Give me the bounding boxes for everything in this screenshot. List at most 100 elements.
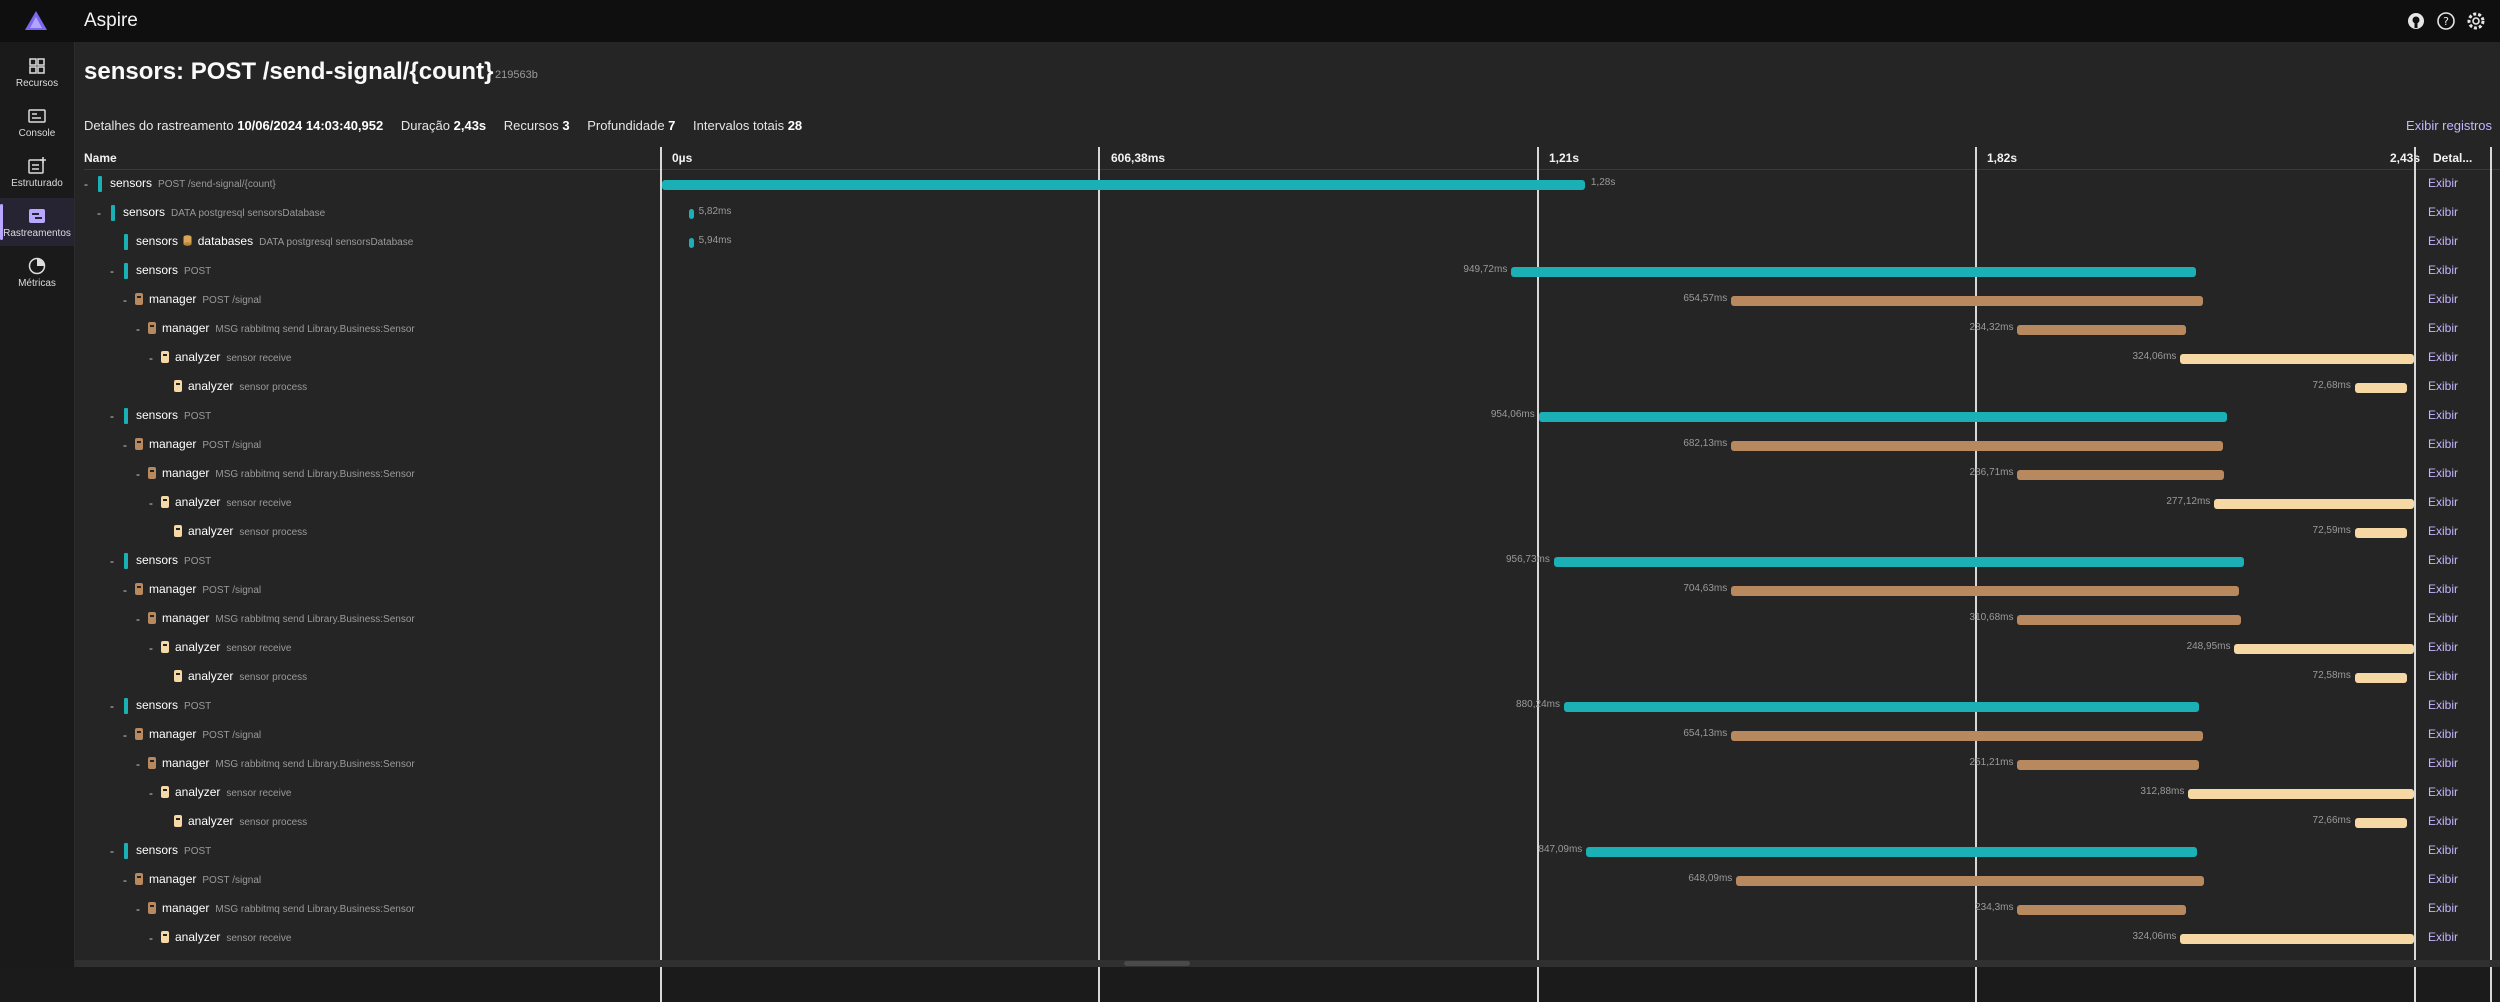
span-row[interactable]: - sensors POST 954,06ms Exibir [75, 402, 2500, 431]
span-duration-bar[interactable] [2354, 383, 2408, 393]
collapse-toggle-icon[interactable]: - [136, 902, 140, 916]
span-name[interactable]: analyzer sensor process [188, 814, 307, 828]
span-duration-bar[interactable] [689, 238, 694, 248]
collapse-toggle-icon[interactable]: - [123, 873, 127, 887]
show-details-link[interactable]: Exibir [2428, 437, 2458, 451]
span-row[interactable]: - manager MSG rabbitmq send Library.Busine… [75, 750, 2500, 779]
span-name[interactable]: sensors POST /send-signal/{count} [110, 176, 276, 190]
github-icon[interactable] [2406, 11, 2426, 31]
show-details-link[interactable]: Exibir [2428, 611, 2458, 625]
collapse-toggle-icon[interactable]: - [149, 931, 153, 945]
span-duration-bar[interactable] [1538, 412, 2227, 422]
span-name[interactable]: manager POST /signal [149, 727, 261, 741]
span-row[interactable]: - sensors POST 949,72ms Exibir [75, 257, 2500, 286]
span-row[interactable]: - manager POST /signal 654,57ms Exibir [75, 286, 2500, 315]
name-column-header[interactable]: Name [84, 151, 117, 165]
span-duration-bar[interactable] [1553, 557, 2244, 567]
span-name[interactable]: sensors POST [136, 843, 211, 857]
collapse-toggle-icon[interactable]: - [84, 177, 88, 191]
span-name[interactable]: manager POST /signal [149, 292, 261, 306]
sidebar-item-console[interactable]: Console [0, 98, 74, 146]
show-details-link[interactable]: Exibir [2428, 785, 2458, 799]
show-details-link[interactable]: Exibir [2428, 582, 2458, 596]
show-details-link[interactable]: Exibir [2428, 408, 2458, 422]
sidebar-item-resources[interactable]: Recursos [0, 48, 74, 96]
settings-gear-icon[interactable] [2466, 11, 2486, 31]
show-details-link[interactable]: Exibir [2428, 263, 2458, 277]
span-duration-bar[interactable] [1511, 267, 2197, 277]
span-row[interactable]: - analyzer sensor receive 277,12ms Exibir [75, 489, 2500, 518]
span-duration-bar[interactable] [2017, 615, 2242, 625]
sidebar-item-traces[interactable]: Rastreamentos [0, 198, 74, 246]
span-name[interactable]: analyzer sensor receive [175, 350, 291, 364]
collapse-toggle-icon[interactable]: - [136, 757, 140, 771]
collapse-toggle-icon[interactable]: - [110, 554, 114, 568]
span-row[interactable]: - analyzer sensor receive 324,06ms Exibir [75, 344, 2500, 373]
span-row[interactable]: - manager POST /signal 704,63ms Exibir [75, 576, 2500, 605]
collapse-toggle-icon[interactable]: - [123, 583, 127, 597]
span-duration-bar[interactable] [2188, 789, 2414, 799]
span-name[interactable]: manager MSG rabbitmq send Library.Busines… [162, 321, 415, 335]
span-name[interactable]: analyzer sensor process [188, 379, 307, 393]
collapse-toggle-icon[interactable]: - [110, 699, 114, 713]
span-name[interactable]: sensors POST [136, 263, 211, 277]
collapse-toggle-icon[interactable]: - [97, 206, 101, 220]
span-duration-bar[interactable] [2180, 934, 2415, 944]
span-duration-bar[interactable] [2354, 673, 2408, 683]
span-name[interactable]: manager POST /signal [149, 437, 261, 451]
span-duration-bar[interactable] [1731, 731, 2203, 741]
show-details-link[interactable]: Exibir [2428, 814, 2458, 828]
span-name[interactable]: manager MSG rabbitmq send Library.Busines… [162, 901, 415, 915]
span-row[interactable]: - manager POST /signal 648,09ms Exibir [75, 866, 2500, 895]
span-name[interactable]: analyzer sensor receive [175, 640, 291, 654]
span-name[interactable]: manager POST /signal [149, 582, 261, 596]
span-name[interactable]: sensors POST [136, 408, 211, 422]
span-row[interactable]: - analyzer sensor receive 312,88ms Exibir [75, 779, 2500, 808]
span-row[interactable]: - analyzer sensor receive 248,95ms Exibir [75, 634, 2500, 663]
span-duration-bar[interactable] [2017, 905, 2187, 915]
view-logs-link[interactable]: Exibir registros [2406, 118, 2492, 133]
span-name[interactable]: manager MSG rabbitmq send Library.Busines… [162, 611, 415, 625]
horizontal-scrollbar[interactable] [75, 960, 2500, 967]
show-details-link[interactable]: Exibir [2428, 292, 2458, 306]
span-name[interactable]: sensors databases DATA postgresql sensors… [136, 234, 413, 248]
span-name[interactable]: analyzer sensor receive [175, 495, 291, 509]
show-details-link[interactable]: Exibir [2428, 698, 2458, 712]
span-name[interactable]: analyzer sensor receive [175, 930, 291, 944]
collapse-toggle-icon[interactable]: - [136, 612, 140, 626]
span-name[interactable]: analyzer sensor process [188, 524, 307, 538]
show-details-link[interactable]: Exibir [2428, 350, 2458, 364]
scrollbar-thumb[interactable] [1124, 961, 1190, 966]
span-duration-bar[interactable] [2354, 528, 2408, 538]
span-row[interactable]: analyzer sensor process 72,66ms Exibir [75, 808, 2500, 837]
span-duration-bar[interactable] [1736, 876, 2204, 886]
collapse-toggle-icon[interactable]: - [110, 264, 114, 278]
collapse-toggle-icon[interactable]: - [123, 728, 127, 742]
collapse-toggle-icon[interactable]: - [149, 786, 153, 800]
collapse-toggle-icon[interactable]: - [136, 467, 140, 481]
show-details-link[interactable]: Exibir [2428, 727, 2458, 741]
collapse-toggle-icon[interactable]: - [110, 844, 114, 858]
collapse-toggle-icon[interactable]: - [149, 641, 153, 655]
span-row[interactable]: - manager MSG rabbitmq send Library.Busine… [75, 315, 2500, 344]
span-name[interactable]: manager MSG rabbitmq send Library.Busines… [162, 756, 415, 770]
show-details-link[interactable]: Exibir [2428, 466, 2458, 480]
span-duration-bar[interactable] [2354, 818, 2408, 828]
span-duration-bar[interactable] [2017, 760, 2199, 770]
show-details-link[interactable]: Exibir [2428, 234, 2458, 248]
span-row[interactable]: analyzer sensor process 72,68ms Exibir [75, 373, 2500, 402]
show-details-link[interactable]: Exibir [2428, 901, 2458, 915]
span-duration-bar[interactable] [1731, 586, 2240, 596]
show-details-link[interactable]: Exibir [2428, 872, 2458, 886]
span-row[interactable]: - analyzer sensor receive 324,06ms Exibir [75, 924, 2500, 953]
span-row[interactable]: - sensors DATA postgresql sensorsDatabase 5… [75, 199, 2500, 228]
span-duration-bar[interactable] [2234, 644, 2414, 654]
show-details-link[interactable]: Exibir [2428, 176, 2458, 190]
span-row[interactable]: analyzer sensor process 72,58ms Exibir [75, 663, 2500, 692]
show-details-link[interactable]: Exibir [2428, 553, 2458, 567]
span-row[interactable]: - manager MSG rabbitmq send Library.Busine… [75, 895, 2500, 924]
collapse-toggle-icon[interactable]: - [149, 496, 153, 510]
collapse-toggle-icon[interactable]: - [110, 409, 114, 423]
show-details-link[interactable]: Exibir [2428, 843, 2458, 857]
show-details-link[interactable]: Exibir [2428, 640, 2458, 654]
